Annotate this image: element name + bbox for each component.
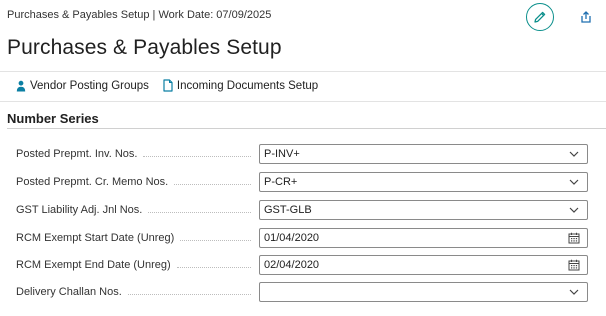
share-icon xyxy=(581,11,591,23)
incoming-documents-setup-action[interactable]: Incoming Documents Setup xyxy=(163,79,318,92)
window-title: Purchases & Payables Setup | Work Date: … xyxy=(7,9,272,21)
divider xyxy=(0,71,606,72)
delivery-challan-nos-field[interactable] xyxy=(259,282,588,302)
posted-prepmt-cr-memo-nos-field[interactable]: P-CR+ xyxy=(259,172,588,192)
pencil-icon xyxy=(534,11,546,23)
person-icon xyxy=(16,79,26,92)
rcm-exempt-start-date-field[interactable]: 01/04/2020 xyxy=(259,228,588,248)
field-value: P-INV+ xyxy=(264,148,300,160)
posted-prepmt-inv-nos-field[interactable]: P-INV+ xyxy=(259,144,588,164)
section-divider xyxy=(7,128,606,129)
field-value: GST-GLB xyxy=(264,204,312,216)
field-label: Posted Prepmt. Inv. Nos. xyxy=(16,148,138,160)
field-row-rcm-exempt-start-date: RCM Exempt Start Date (Unreg) 01/04/2020 xyxy=(16,228,591,248)
action-label: Incoming Documents Setup xyxy=(176,79,319,92)
calendar-icon[interactable] xyxy=(564,229,584,247)
divider xyxy=(0,101,606,102)
field-value: 01/04/2020 xyxy=(264,232,320,244)
edit-button[interactable] xyxy=(526,3,554,31)
field-label: Delivery Challan Nos. xyxy=(16,286,122,298)
action-label: Vendor Posting Groups xyxy=(30,79,149,92)
field-row-gst-liability-adj-jnl-nos: GST Liability Adj. Jnl Nos. GST-GLB xyxy=(16,200,591,220)
field-label: RCM Exempt Start Date (Unreg) xyxy=(16,232,175,244)
chevron-down-icon[interactable] xyxy=(564,201,584,219)
section-title: Number Series xyxy=(7,111,99,126)
chevron-down-icon[interactable] xyxy=(564,173,584,191)
vendor-posting-groups-action[interactable]: Vendor Posting Groups xyxy=(16,79,149,92)
field-label: GST Liability Adj. Jnl Nos. xyxy=(16,204,143,216)
field-label: Posted Prepmt. Cr. Memo Nos. xyxy=(16,176,169,188)
action-bar: Vendor Posting Groups Incoming Documents… xyxy=(16,79,332,92)
document-icon xyxy=(163,79,173,92)
field-value: 02/04/2020 xyxy=(264,259,320,271)
field-value: P-CR+ xyxy=(264,176,298,188)
rcm-exempt-end-date-field[interactable]: 02/04/2020 xyxy=(259,255,588,275)
field-row-posted-prepmt-inv-nos: Posted Prepmt. Inv. Nos. P-INV+ xyxy=(16,144,591,164)
share-button[interactable] xyxy=(577,8,595,26)
page-title: Purchases & Payables Setup xyxy=(7,36,282,59)
calendar-icon[interactable] xyxy=(564,256,584,274)
gst-liability-adj-jnl-nos-field[interactable]: GST-GLB xyxy=(259,200,588,220)
field-row-posted-prepmt-cr-memo-nos: Posted Prepmt. Cr. Memo Nos. P-CR+ xyxy=(16,172,591,192)
field-label: RCM Exempt End Date (Unreg) xyxy=(16,259,171,271)
chevron-down-icon[interactable] xyxy=(564,283,584,301)
field-row-delivery-challan-nos: Delivery Challan Nos. xyxy=(16,282,591,302)
field-row-rcm-exempt-end-date: RCM Exempt End Date (Unreg) 02/04/2020 xyxy=(16,255,591,275)
chevron-down-icon[interactable] xyxy=(564,145,584,163)
